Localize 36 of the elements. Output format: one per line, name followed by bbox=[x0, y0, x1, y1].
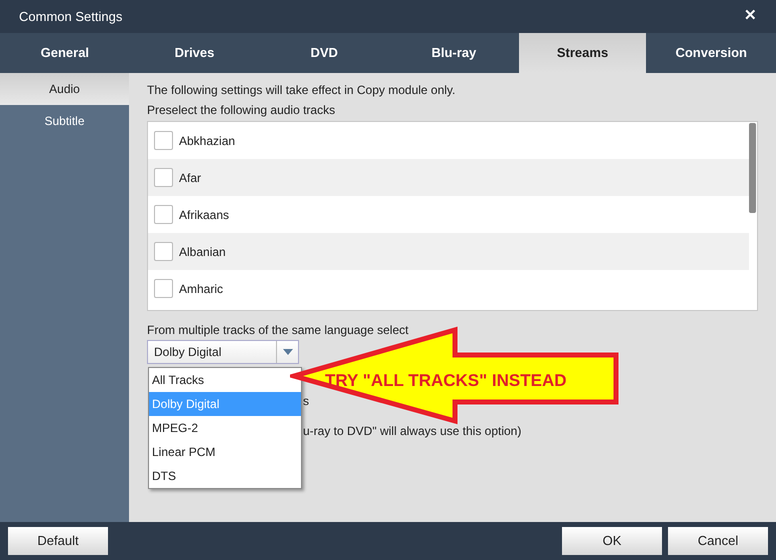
sidebar-item[interactable]: Subtitle bbox=[0, 105, 129, 137]
section-label: From multiple tracks of the same language select bbox=[147, 322, 410, 339]
checkbox[interactable] bbox=[154, 205, 173, 224]
track-label: Afar bbox=[179, 170, 202, 186]
section-label: Preselect the following audio tracks bbox=[147, 102, 336, 119]
dropdown-option[interactable]: MPEG-2 bbox=[149, 416, 301, 440]
tab[interactable]: Streams bbox=[518, 33, 646, 73]
tab[interactable]: DVD bbox=[259, 33, 390, 73]
track-label: Abkhazian bbox=[179, 132, 236, 150]
checkbox[interactable] bbox=[154, 242, 173, 261]
checkbox[interactable] bbox=[154, 279, 173, 298]
window-title: Common Settings bbox=[19, 8, 122, 26]
checkbox[interactable] bbox=[154, 131, 173, 150]
dropdown-option[interactable]: DTS bbox=[149, 464, 301, 488]
track-label: Amharic bbox=[179, 280, 224, 298]
cancel-button[interactable]: Cancel bbox=[668, 527, 768, 555]
ok-button[interactable]: OK bbox=[562, 527, 662, 555]
caret-icon bbox=[282, 349, 292, 355]
tab[interactable]: General bbox=[0, 33, 130, 73]
tab[interactable]: Drives bbox=[130, 33, 260, 73]
dropdown[interactable]: Dolby Digital bbox=[147, 340, 299, 364]
default-button[interactable]: Default bbox=[8, 527, 108, 555]
track-label: Albanian bbox=[179, 244, 226, 260]
annotation-text: TRY "ALL TRACKS" INSTEAD bbox=[325, 370, 567, 392]
option-text: u-ray to DVD" will always use this option) bbox=[303, 423, 522, 437]
close-button[interactable]: ✕ bbox=[744, 5, 757, 28]
tab[interactable]: Blu-ray bbox=[389, 33, 519, 73]
scrollbar[interactable] bbox=[749, 123, 756, 213]
track-label: Afrikaans bbox=[179, 206, 230, 224]
dropdown-option[interactable]: All Tracks bbox=[149, 368, 301, 392]
checkbox[interactable] bbox=[154, 168, 173, 187]
sidebar-item[interactable]: Audio bbox=[0, 73, 129, 105]
option-text: s bbox=[303, 393, 310, 407]
tab[interactable]: Conversion bbox=[646, 33, 776, 73]
dropdown-option[interactable]: Linear PCM bbox=[149, 440, 301, 464]
notice-text: The following settings will take effect in Copy module only. bbox=[147, 82, 456, 99]
